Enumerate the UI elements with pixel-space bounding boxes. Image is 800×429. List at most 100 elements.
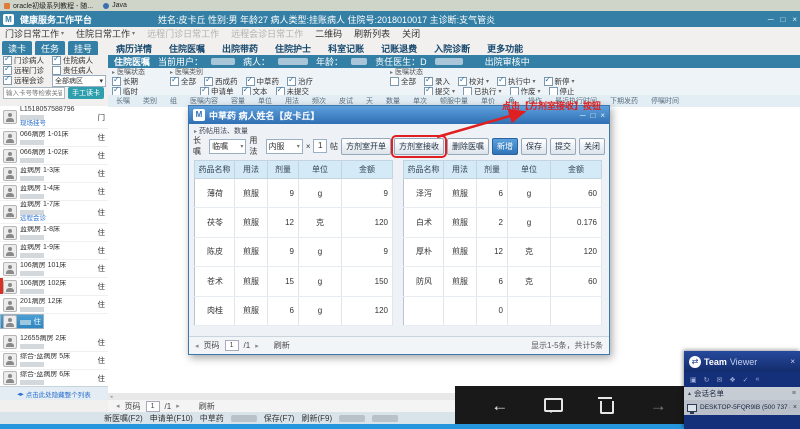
menu-item[interactable]: 二维码 ▾ xyxy=(315,27,342,40)
nav-tab[interactable]: 记账退费 xyxy=(381,42,417,55)
dialog-button[interactable]: 删除医嘱 xyxy=(447,138,489,155)
nav-tab[interactable]: 出院带药 xyxy=(222,42,258,55)
refresh-button[interactable]: 刷新 xyxy=(274,340,290,351)
close-icon[interactable]: × xyxy=(792,15,797,24)
next-page-icon[interactable]: ▸ xyxy=(176,402,180,410)
bottom-toolbar-item[interactable]: 新医嘱(F2) xyxy=(104,413,143,424)
herb-column-header[interactable]: 金额 xyxy=(342,161,393,179)
patient-action-link[interactable]: 远程会诊 xyxy=(20,215,95,223)
ward-select[interactable]: 全部病区▾ xyxy=(52,75,106,87)
teamviewer-close-icon[interactable]: × xyxy=(790,357,795,366)
patient-list-item[interactable]: 蓝病房 1-3床 住 xyxy=(0,165,108,183)
herb-row[interactable]: 防风煎服6克60 xyxy=(404,267,602,296)
menu-item[interactable]: 关闭 ▾ xyxy=(402,27,420,40)
patient-list-item[interactable]: 蓝病房 1-9床 住 xyxy=(0,242,108,260)
bottom-toolbar-item[interactable] xyxy=(231,415,257,422)
herb-row[interactable]: 苍术煎服15g150 xyxy=(195,267,393,296)
order-type-select[interactable]: 临嘱▾ xyxy=(209,139,246,154)
patient-list-item[interactable]: 106病房 101床 住 xyxy=(0,260,108,278)
patient-list-item[interactable]: 蓝病房 1-8床 住 xyxy=(0,224,108,242)
dialog-button[interactable]: 方剂室接收 xyxy=(394,138,444,155)
prev-page-icon[interactable]: ◂ xyxy=(195,342,199,350)
herb-column-header[interactable]: 剂量 xyxy=(268,161,299,179)
patient-list-item[interactable]: 106病房 102床 住 xyxy=(0,278,108,296)
nav-tab[interactable]: 科室记账 xyxy=(328,42,364,55)
dialog-button[interactable]: 关闭 xyxy=(579,138,605,155)
bottom-toolbar-item[interactable] xyxy=(372,415,398,422)
herb-row[interactable]: 茯苓煎服12克120 xyxy=(195,208,393,237)
patient-list-item[interactable]: 蓝病房 1-4床 住 xyxy=(0,183,108,201)
apps-icon[interactable]: ❖ xyxy=(729,376,735,384)
order-column-header[interactable]: 长嘱 xyxy=(116,96,130,106)
card-search-input[interactable] xyxy=(3,87,65,99)
order-column-header[interactable]: 组 xyxy=(170,96,177,106)
menu-item[interactable]: 远程门诊日常工作 ▾ xyxy=(147,27,219,40)
bottom-toolbar-item[interactable]: 保存(F7) xyxy=(264,413,295,424)
session-list-header[interactable]: ▴ 会话名单 ≡ xyxy=(684,387,800,400)
session-entry[interactable]: DESKTOP-5FQR9IB (500 737 88 7 × xyxy=(684,400,800,415)
refresh-icon[interactable]: ↻ xyxy=(704,376,710,384)
taskbar-window-java[interactable]: Java xyxy=(103,2,127,9)
dialog-button[interactable]: 方剂室开单 xyxy=(341,138,391,155)
order-column-header[interactable]: 下期发药 xyxy=(610,96,638,106)
dialog-button[interactable]: 新增 xyxy=(492,138,518,155)
herb-row[interactable]: 薄荷煎服9g9 xyxy=(195,179,393,208)
bottom-toolbar-item[interactable]: 中草药 xyxy=(200,413,224,424)
collapse-icon[interactable]: « xyxy=(756,376,760,383)
patient-action-link[interactable]: 现场挂号 xyxy=(20,120,95,128)
page-number-input[interactable]: 1 xyxy=(225,340,239,351)
filter-checkbox[interactable]: 全部▾ xyxy=(170,76,196,87)
herb-row[interactable]: 陈皮煎服9g9 xyxy=(195,237,393,266)
quick-button[interactable]: 任务 xyxy=(35,41,65,56)
session-close-icon[interactable]: × xyxy=(793,404,797,411)
nav-tab[interactable]: 住院医嘱 xyxy=(169,42,205,55)
patient-list-item[interactable]: 蓝病房 1-7床 远程会诊 住 xyxy=(0,201,108,224)
bottom-toolbar-item[interactable]: 申请单(F10) xyxy=(150,413,193,424)
order-column-header[interactable]: 停嘱时间 xyxy=(651,96,679,106)
scroll-left-icon[interactable]: ◂ xyxy=(110,394,113,400)
nav-tab[interactable]: 入院诊断 xyxy=(434,42,470,55)
expander-icon[interactable]: ▸ xyxy=(194,128,197,135)
menu-item[interactable]: 门诊日常工作 ▾ xyxy=(5,27,64,40)
herb-row[interactable]: 白术煎服2g0.176 xyxy=(404,208,602,237)
herb-row[interactable]: 厚朴煎服12克120 xyxy=(404,237,602,266)
nav-tab[interactable]: 住院护士 xyxy=(275,42,311,55)
dialog-button[interactable]: 提交 xyxy=(550,138,576,155)
patient-list-item[interactable]: 12655病房 2床 住 xyxy=(0,334,108,352)
herb-column-header[interactable]: 剂量 xyxy=(477,161,508,179)
video-icon[interactable]: ▣ xyxy=(690,376,697,384)
herb-row[interactable]: 泽泻煎服6g60 xyxy=(404,179,602,208)
patient-list-item[interactable]: 综合-蓝病房 5床 住 xyxy=(0,352,108,370)
quick-button[interactable]: 挂号 xyxy=(68,41,98,56)
patient-list-item[interactable]: 201病房 12床 住 xyxy=(0,296,108,314)
herb-column-header[interactable]: 药品名称 xyxy=(404,161,444,179)
herb-column-header[interactable]: 单位 xyxy=(508,161,551,179)
bottom-toolbar-item[interactable]: 刷新(F9) xyxy=(301,413,332,424)
manual-read-card-button[interactable]: 手工读卡 xyxy=(68,87,104,99)
forward-arrow-icon[interactable]: → xyxy=(650,397,667,414)
taskbar-window-oracle[interactable]: oracle初级系列教程 - 随... xyxy=(4,1,93,11)
patient-list-item[interactable]: 066病房 1-02床 住 xyxy=(0,147,108,165)
herb-row[interactable]: 肉桂煎服6g120 xyxy=(195,296,393,325)
patient-list-item[interactable]: 综合-蓝病房 6床 住 xyxy=(0,370,108,387)
order-column-header[interactable]: 类别 xyxy=(143,96,157,106)
usage-select[interactable]: 内服▾ xyxy=(266,139,303,154)
herb-column-header[interactable]: 用法 xyxy=(444,161,477,179)
dose-count-input[interactable]: 1 xyxy=(313,139,327,153)
dialog-button[interactable]: 保存 xyxy=(521,138,547,155)
patient-list-item[interactable]: 住 xyxy=(0,314,44,329)
herb-column-header[interactable]: 单位 xyxy=(299,161,342,179)
sidebar-checkbox[interactable]: 远程会诊 xyxy=(3,75,44,86)
prev-page-icon[interactable]: ◂ xyxy=(116,402,120,410)
menu-item[interactable]: 住院日常工作 ▾ xyxy=(76,27,135,40)
maximize-icon[interactable]: □ xyxy=(780,15,785,24)
patient-list-item[interactable]: 066病房 1-01床 住 xyxy=(0,129,108,147)
expander-icon[interactable]: ▸ xyxy=(390,69,393,76)
bottom-toolbar-item[interactable] xyxy=(339,415,365,422)
herb-column-header[interactable]: 金额 xyxy=(551,161,602,179)
comment-bubble-icon[interactable] xyxy=(544,398,563,412)
refresh-button[interactable]: 刷新 xyxy=(199,401,215,412)
page-number-input[interactable]: 1 xyxy=(146,401,160,412)
back-arrow-icon[interactable]: ← xyxy=(491,397,508,414)
menu-item[interactable]: 刷新列表 ▾ xyxy=(354,27,390,40)
